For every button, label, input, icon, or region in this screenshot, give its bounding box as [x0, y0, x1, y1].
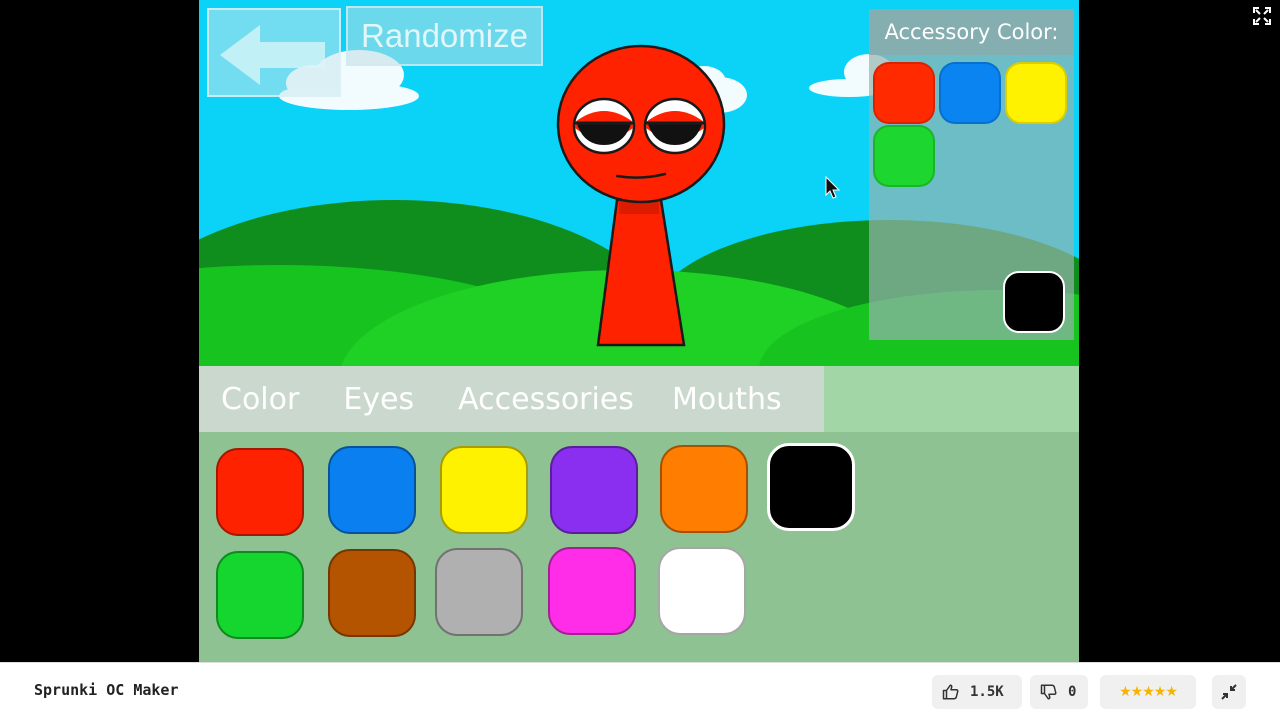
collapse-icon: [1221, 684, 1237, 700]
color-swatch-black[interactable]: [767, 443, 855, 531]
game-title: Sprunki OC Maker: [34, 681, 179, 699]
color-swatch-yellow[interactable]: [440, 446, 528, 534]
tab-eyes[interactable]: Eyes: [299, 382, 414, 417]
randomize-button[interactable]: Randomize: [346, 6, 543, 66]
color-swatch-purple[interactable]: [550, 446, 638, 534]
category-tabs: Color Eyes Accessories Mouths: [199, 366, 824, 432]
back-arrow-icon: [220, 25, 325, 85]
exit-fullscreen-button[interactable]: [1212, 675, 1246, 709]
rating-stars[interactable]: ★★★★★: [1100, 675, 1196, 709]
like-button[interactable]: 1.5K: [932, 675, 1022, 709]
tab-accessories[interactable]: Accessories: [414, 382, 634, 417]
color-swatch-red[interactable]: [216, 448, 304, 536]
thumbs-up-icon: [942, 684, 959, 700]
color-swatch-brown[interactable]: [328, 549, 416, 637]
color-swatch-white[interactable]: [658, 547, 746, 635]
dislike-button[interactable]: 0: [1030, 675, 1088, 709]
accessory-swatch-black[interactable]: [1003, 271, 1065, 333]
like-count: 1.5K: [970, 684, 1004, 700]
fullscreen-icon[interactable]: [1253, 7, 1271, 25]
accessory-color-panel: Accessory Color:: [869, 9, 1074, 340]
color-swatch-grid: [199, 432, 1079, 662]
color-swatch-blue[interactable]: [328, 446, 416, 534]
tab-color[interactable]: Color: [199, 382, 299, 417]
dislike-count: 0: [1068, 684, 1077, 700]
color-swatch-orange[interactable]: [660, 445, 748, 533]
color-swatch-gray[interactable]: [435, 548, 523, 636]
accessory-swatch-yellow[interactable]: [1005, 62, 1067, 124]
game-scene: Randomize Accessory Color:: [199, 0, 1079, 366]
bottom-bar: Sprunki OC Maker 1.5K 0 ★★★★★: [0, 662, 1280, 720]
accessory-swatch-blue[interactable]: [939, 62, 1001, 124]
category-tab-bar: Color Eyes Accessories Mouths: [199, 366, 1079, 432]
color-swatch-pink[interactable]: [548, 547, 636, 635]
accessory-color-title: Accessory Color:: [869, 9, 1074, 55]
tab-mouths[interactable]: Mouths: [634, 382, 782, 417]
color-swatch-green[interactable]: [216, 551, 304, 639]
game-frame[interactable]: Randomize Accessory Color: Color Eyes Ac…: [199, 0, 1079, 662]
game-page: Randomize Accessory Color: Color Eyes Ac…: [0, 0, 1280, 720]
accessory-swatch-red[interactable]: [873, 62, 935, 124]
back-button[interactable]: [207, 8, 341, 97]
accessory-swatch-green[interactable]: [873, 125, 935, 187]
thumbs-down-icon: [1040, 684, 1057, 700]
